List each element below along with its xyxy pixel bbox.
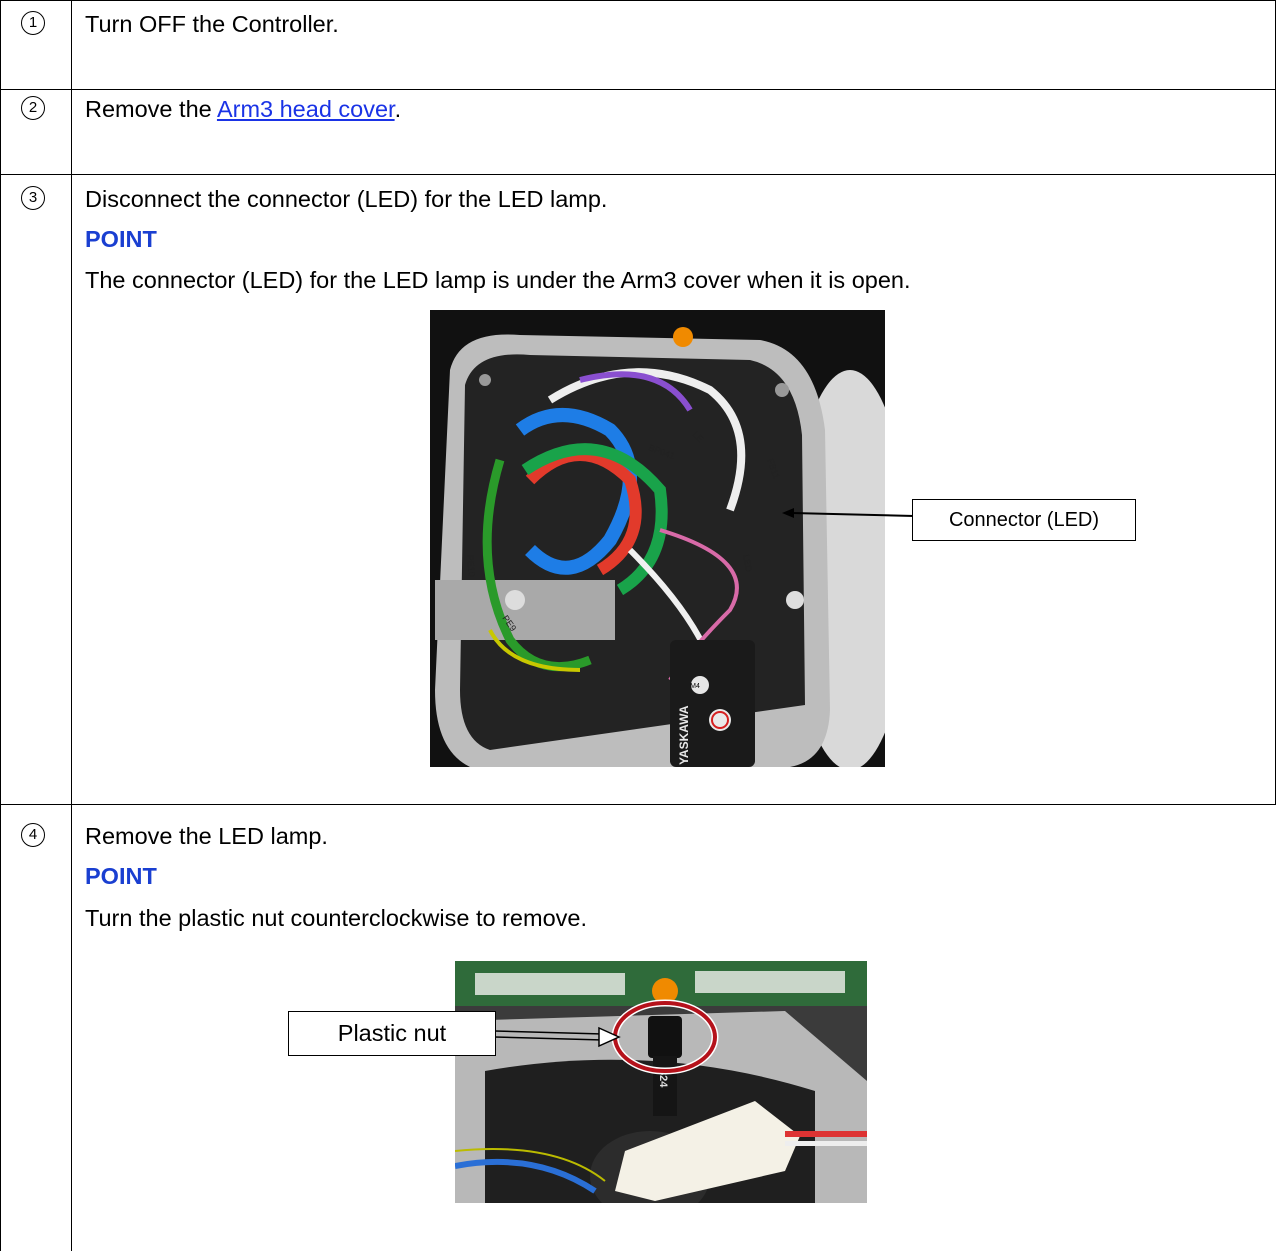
- step-4-text: Remove the LED lamp.: [85, 823, 328, 849]
- m4-label: M4: [690, 683, 700, 690]
- row-divider: [0, 174, 1276, 175]
- connector-led-callout: Connector (LED): [912, 499, 1136, 541]
- step-4-point-text: Turn the plastic nut counterclockwise to…: [85, 905, 587, 931]
- table-border-top: [0, 0, 1276, 1]
- step-2-text: Remove the Arm3 head cover.: [85, 96, 401, 123]
- led-lamp-photo: 824: [455, 961, 867, 1203]
- connector-arrow: [782, 508, 915, 518]
- step-3-text: Disconnect the connector (LED) for the L…: [85, 186, 608, 212]
- row-divider: [0, 804, 1276, 805]
- step-number-3: 3: [21, 186, 45, 210]
- arm3-head-cover-link[interactable]: Arm3 head cover: [217, 96, 395, 122]
- table-border-left: [0, 0, 1, 1251]
- step-3-point-text: The connector (LED) for the LED lamp is …: [85, 267, 911, 293]
- procedure-table: 1 Turn OFF the Controller. 2 Remove the …: [0, 0, 1276, 1251]
- step-2-text-prefix: Remove the: [85, 96, 217, 122]
- arm3-wiring-photo: M4 YASKAWA LE BP041 FB11 LED PE10 PE9: [430, 310, 885, 767]
- plastic-nut-arrow: [494, 1026, 621, 1048]
- plastic-nut-callout: Plastic nut: [288, 1011, 496, 1056]
- step-number-1: 1: [21, 11, 45, 35]
- step-2-text-suffix: .: [394, 96, 402, 122]
- step-number-2: 2: [21, 96, 45, 120]
- pe10-label: PE10: [465, 554, 477, 577]
- row-divider: [0, 89, 1276, 90]
- step-3-point-heading: POINT: [85, 226, 157, 252]
- brand-label: YASKAWA: [677, 705, 691, 765]
- column-divider: [71, 0, 72, 1251]
- step-1-text: Turn OFF the Controller.: [85, 11, 339, 37]
- step-4-point-heading: POINT: [85, 863, 157, 889]
- step-number-4: 4: [21, 823, 45, 847]
